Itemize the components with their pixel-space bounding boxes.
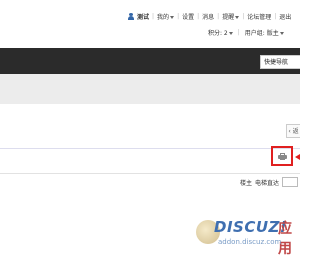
watermark-brand: DISCUZ!: [214, 218, 288, 236]
chevron-down-icon: [170, 16, 175, 19]
chevron-down-icon: [235, 16, 240, 19]
messages-link[interactable]: 消息: [202, 12, 214, 21]
chevron-down-icon: [228, 32, 233, 35]
post-filter: 楼主 电梯直达: [240, 177, 299, 187]
my-menu-link[interactable]: 我的: [157, 12, 175, 21]
divider: |: [242, 13, 245, 20]
divider: |: [152, 13, 155, 20]
reminders-link[interactable]: 提醒: [222, 12, 240, 21]
settings-link[interactable]: 设置: [182, 12, 194, 21]
user-stats: 积分: 2 | 用户组: 版主: [208, 28, 284, 37]
divider: |: [274, 13, 277, 20]
divider: |: [237, 29, 240, 36]
floor-jump-input[interactable]: [282, 177, 299, 187]
watermark-url: addon.discuz.com: [218, 238, 282, 246]
watermark-suffix: 应用: [278, 221, 292, 257]
watermark-logo: DISCUZ! 应用 addon.discuz.com: [196, 214, 300, 257]
top-header: 测试 | 我的 | 设置 | 消息 | 提醒 | 论坛管理 | 退出 积分: 2…: [0, 0, 300, 48]
user-toolbar: 测试 | 我的 | 设置 | 消息 | 提醒 | 论坛管理 | 退出: [128, 12, 291, 21]
quick-nav-button[interactable]: 快捷导航: [260, 55, 300, 69]
main-nav-bar: [0, 48, 300, 74]
username-link[interactable]: 测试: [137, 12, 149, 21]
thread-toolbar: [0, 148, 300, 174]
arrow-left-icon: [295, 154, 300, 160]
printer-icon[interactable]: [278, 153, 287, 160]
divider: |: [217, 13, 220, 20]
chevron-down-icon: [279, 32, 284, 35]
logout-link[interactable]: 退出: [279, 12, 291, 21]
jump-label: 电梯直达: [255, 179, 280, 187]
divider: |: [177, 13, 180, 20]
only-author-link[interactable]: 楼主: [240, 178, 252, 187]
forum-admin-link[interactable]: 论坛管理: [247, 12, 271, 21]
back-button[interactable]: ‹ 返: [286, 124, 300, 138]
user-group-link[interactable]: 用户组: 版主: [245, 28, 284, 37]
credits-link[interactable]: 积分: 2: [208, 28, 233, 37]
sub-nav-bar: [0, 74, 300, 104]
divider: |: [197, 13, 200, 20]
user-icon: [128, 13, 134, 20]
